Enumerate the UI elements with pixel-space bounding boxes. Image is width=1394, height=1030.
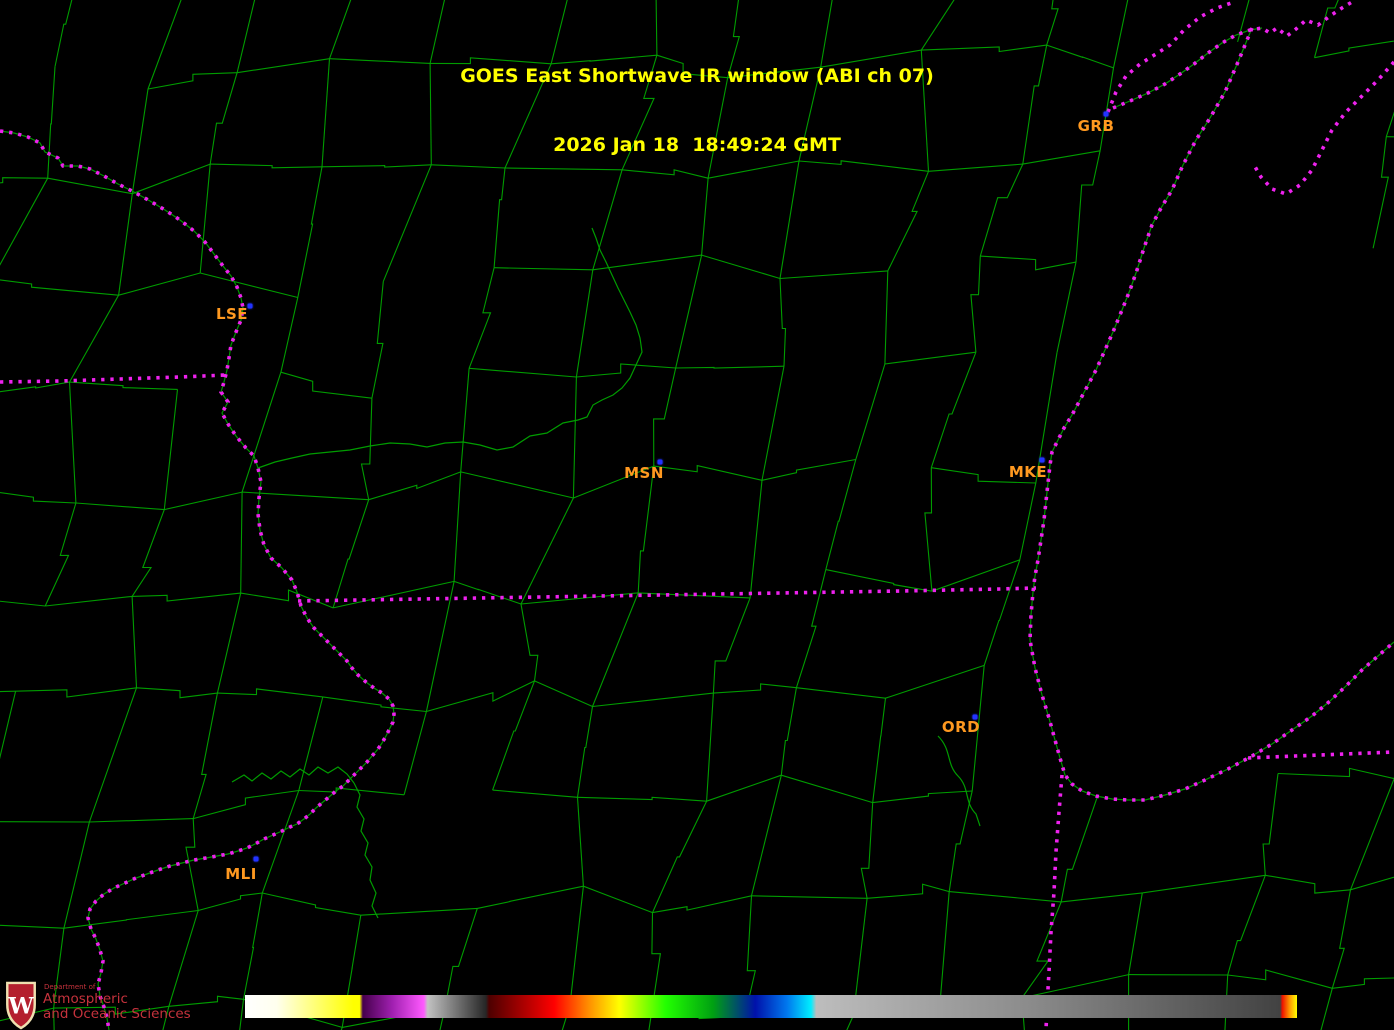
timestamp: 2026 Jan 18 18:49:24 GMT <box>0 134 1394 157</box>
station-dot-mli <box>254 857 259 862</box>
station-label-ord: ORD <box>942 718 980 736</box>
uw-aos-logo: W Department of Atmospheric and Oceanic … <box>4 981 191 1030</box>
wisconsin-river <box>258 228 642 468</box>
rock-river-upper <box>232 767 354 783</box>
satellite-image-background: GRBLSEMSNMKEORDMLI GOES East Shortwave I… <box>0 0 1394 1030</box>
uw-crest-icon: W <box>4 981 38 1030</box>
station-label-msn: MSN <box>624 464 664 482</box>
mn-ia-border <box>0 375 226 382</box>
mississippi-river-border <box>0 131 394 1030</box>
in-border-east <box>1248 752 1394 758</box>
logo-line1: Atmospheric <box>43 993 191 1007</box>
page-title: GOES East Shortwave IR window (ABI ch 07… <box>0 65 1394 88</box>
wi-il-border <box>298 588 1036 601</box>
crest-letter: W <box>7 993 34 1019</box>
station-dot-lse <box>248 304 253 309</box>
logo-text: Department of Atmospheric and Oceanic Sc… <box>43 981 191 1021</box>
station-dot-mke <box>1040 458 1045 463</box>
logo-line2: and Oceanic Sciences <box>43 1008 191 1022</box>
temperature-colorbar <box>245 995 1297 1018</box>
mississippi-shore-line <box>0 131 394 1030</box>
station-label-mke: MKE <box>1009 463 1047 481</box>
logo-dept-line: Department of <box>44 984 191 991</box>
station-label-lse: LSE <box>216 305 248 323</box>
rock-river-lower <box>354 783 378 918</box>
image-title-block: GOES East Shortwave IR window (ABI ch 07… <box>0 19 1394 203</box>
station-label-mli: MLI <box>225 865 257 883</box>
